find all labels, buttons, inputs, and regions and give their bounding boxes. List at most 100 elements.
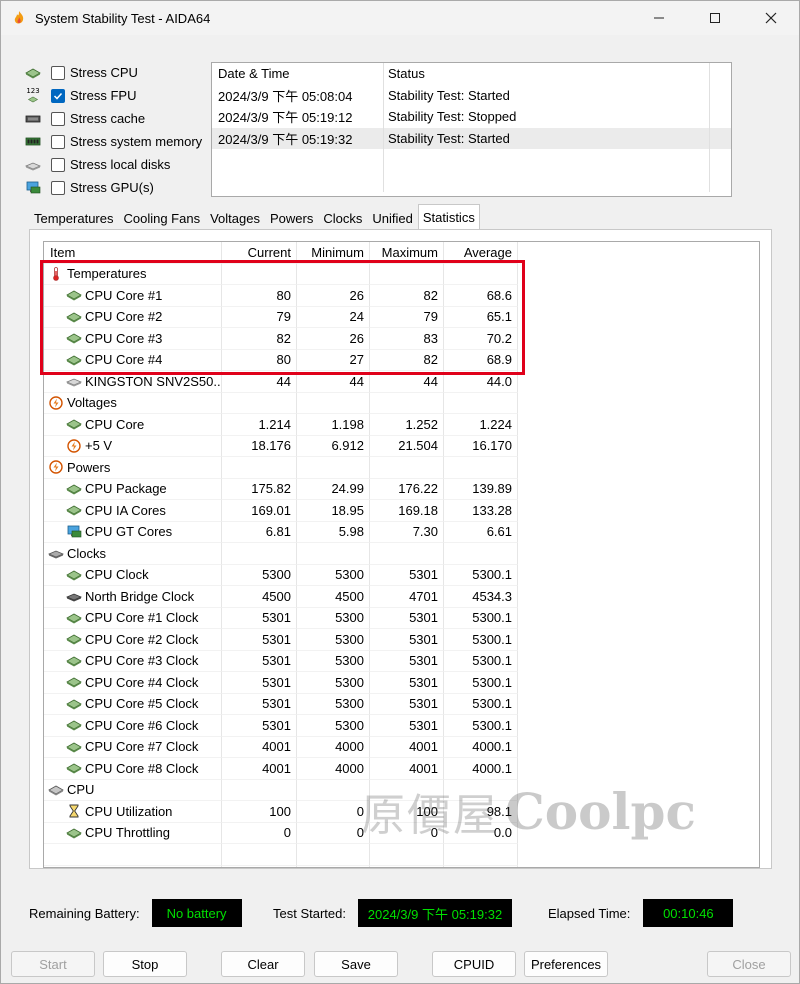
stress-option[interactable]: Stress GPU(s) <box>23 176 208 199</box>
cell-minimum: 4000 <box>297 758 370 780</box>
gpu-icon <box>66 525 82 539</box>
stress-option[interactable]: Stress system memory <box>23 130 208 153</box>
header-current[interactable]: Current <box>222 242 297 264</box>
table-group-row[interactable]: Temperatures <box>44 263 759 285</box>
table-row[interactable]: CPU Core #2 79 24 79 65.1 <box>44 306 759 328</box>
cell-current: 100 <box>222 801 297 823</box>
stress-checkbox[interactable] <box>51 180 65 195</box>
start-button[interactable]: Start <box>11 951 95 977</box>
tab-cooling-fans[interactable]: Cooling Fans <box>118 206 205 230</box>
cell-item: CPU Core #3 <box>44 328 222 350</box>
stress-label[interactable]: Stress FPU <box>70 88 136 103</box>
stress-checkbox[interactable] <box>51 88 65 103</box>
table-row[interactable]: +5 V 18.176 6.912 21.504 16.170 <box>44 435 759 457</box>
cell-item-label: CPU IA Cores <box>85 502 166 518</box>
table-row[interactable]: CPU Core 1.214 1.198 1.252 1.224 <box>44 414 759 436</box>
table-row[interactable]: CPU Core #1 Clock 5301 5300 5301 5300.1 <box>44 607 759 629</box>
table-row[interactable]: CPU Core #8 Clock 4001 4000 4001 4000.1 <box>44 758 759 780</box>
table-group-row[interactable]: Voltages <box>44 392 759 414</box>
table-row[interactable]: CPU GT Cores 6.81 5.98 7.30 6.61 <box>44 521 759 543</box>
cell-current: 4001 <box>222 758 297 780</box>
tab-temperatures[interactable]: Temperatures <box>29 206 118 230</box>
tab-unified[interactable]: Unified <box>367 206 417 230</box>
cell-item-label: CPU Core #4 Clock <box>85 674 199 690</box>
log-row[interactable]: 2024/3/9 下午 05:19:12 Stability Test: Sto… <box>212 106 731 128</box>
table-group-row[interactable]: Clocks <box>44 543 759 565</box>
table-row[interactable]: CPU Core #2 Clock 5301 5300 5301 5300.1 <box>44 629 759 651</box>
minimize-icon <box>654 17 664 19</box>
header-maximum[interactable]: Maximum <box>370 242 444 264</box>
cell-minimum <box>297 263 370 285</box>
cell-item: CPU Core #4 Clock <box>44 672 222 694</box>
stress-label[interactable]: Stress cache <box>70 111 145 126</box>
table-row[interactable]: CPU Throttling 0 0 0 0.0 <box>44 822 759 844</box>
stress-label[interactable]: Stress system memory <box>70 134 202 149</box>
table-row[interactable]: CPU IA Cores 169.01 18.95 169.18 133.28 <box>44 500 759 522</box>
stress-checkbox[interactable] <box>51 157 65 172</box>
table-group-row[interactable]: CPU <box>44 779 759 801</box>
table-row[interactable]: CPU Core #6 Clock 5301 5300 5301 5300.1 <box>44 715 759 737</box>
table-row[interactable]: CPU Clock 5300 5300 5301 5300.1 <box>44 564 759 586</box>
stress-checkbox[interactable] <box>51 65 65 80</box>
maximize-icon <box>710 13 720 23</box>
stop-button[interactable]: Stop <box>103 951 187 977</box>
table-row[interactable]: North Bridge Clock 4500 4500 4701 4534.3 <box>44 586 759 608</box>
chip-icon <box>66 761 82 775</box>
battery-label: Remaining Battery: <box>29 905 140 921</box>
cell-minimum: 26 <box>297 285 370 307</box>
cell-average <box>444 457 518 479</box>
cell-minimum <box>297 779 370 801</box>
tab-voltages[interactable]: Voltages <box>205 206 265 230</box>
table-row[interactable]: CPU Core #1 80 26 82 68.6 <box>44 285 759 307</box>
table-row[interactable]: CPU Core #3 Clock 5301 5300 5301 5300.1 <box>44 650 759 672</box>
preferences-button[interactable]: Preferences <box>524 951 608 977</box>
table-row[interactable]: CPU Core #7 Clock 4001 4000 4001 4000.1 <box>44 736 759 758</box>
stress-option[interactable]: Stress local disks <box>23 153 208 176</box>
clear-button[interactable]: Clear <box>221 951 305 977</box>
log-datetime: 2024/3/9 下午 05:08:04 <box>212 84 384 106</box>
header-average[interactable]: Average <box>444 242 518 264</box>
stress-label[interactable]: Stress CPU <box>70 65 138 80</box>
header-minimum[interactable]: Minimum <box>297 242 370 264</box>
cell-current: 1.214 <box>222 414 297 436</box>
close-window-button[interactable] <box>743 1 799 35</box>
stress-checkbox[interactable] <box>51 111 65 126</box>
tab-statistics[interactable]: Statistics <box>417 204 480 230</box>
table-row[interactable]: CPU Utilization 100 0 100 98.1 <box>44 801 759 823</box>
log-row-selected[interactable]: 2024/3/9 下午 05:19:32 Stability Test: Sta… <box>212 127 731 149</box>
log-row[interactable]: 2024/3/9 下午 05:08:04 Stability Test: Sta… <box>212 84 731 106</box>
table-row[interactable]: CPU Core #5 Clock 5301 5300 5301 5300.1 <box>44 693 759 715</box>
cell-minimum: 4500 <box>297 586 370 608</box>
cpu-chip-icon <box>23 65 43 81</box>
cell-minimum: 5300 <box>297 629 370 651</box>
tab-powers[interactable]: Powers <box>265 206 318 230</box>
header-item[interactable]: Item <box>44 242 222 264</box>
close-button[interactable]: Close <box>707 951 791 977</box>
stress-label[interactable]: Stress GPU(s) <box>70 180 154 195</box>
table-group-row[interactable]: Powers <box>44 457 759 479</box>
table-row[interactable]: CPU Core #4 Clock 5301 5300 5301 5300.1 <box>44 672 759 694</box>
cell-maximum: 5301 <box>370 672 444 694</box>
cell-item-label: Powers <box>67 459 111 475</box>
table-row[interactable]: KINGSTON SNV2S50... 44 44 44 44.0 <box>44 371 759 393</box>
table-row[interactable]: CPU Package 175.82 24.99 176.22 139.89 <box>44 478 759 500</box>
log-header-status[interactable]: Status <box>384 63 710 85</box>
stress-option[interactable]: Stress CPU <box>23 61 208 84</box>
stress-option[interactable]: 123 Stress FPU <box>23 84 208 107</box>
table-row[interactable]: CPU Core #3 82 26 83 70.2 <box>44 328 759 350</box>
event-log[interactable]: Date & Time Status 2024/3/9 下午 05:08:04 … <box>211 62 732 197</box>
log-header-datetime[interactable]: Date & Time <box>212 63 384 85</box>
maximize-button[interactable] <box>687 1 743 35</box>
cpuid-button[interactable]: CPUID <box>432 951 516 977</box>
statistics-table[interactable]: Item Current Minimum Maximum Average Tem… <box>43 241 760 868</box>
save-button[interactable]: Save <box>314 951 398 977</box>
stress-label[interactable]: Stress local disks <box>70 157 170 172</box>
cell-maximum: 79 <box>370 306 444 328</box>
stress-option[interactable]: Stress cache <box>23 107 208 130</box>
table-row-empty <box>44 844 759 866</box>
tab-clocks[interactable]: Clocks <box>318 206 367 230</box>
minimize-button[interactable] <box>631 1 687 35</box>
cell-item-label: CPU <box>67 782 95 798</box>
table-row[interactable]: CPU Core #4 80 27 82 68.9 <box>44 349 759 371</box>
stress-checkbox[interactable] <box>51 134 65 149</box>
